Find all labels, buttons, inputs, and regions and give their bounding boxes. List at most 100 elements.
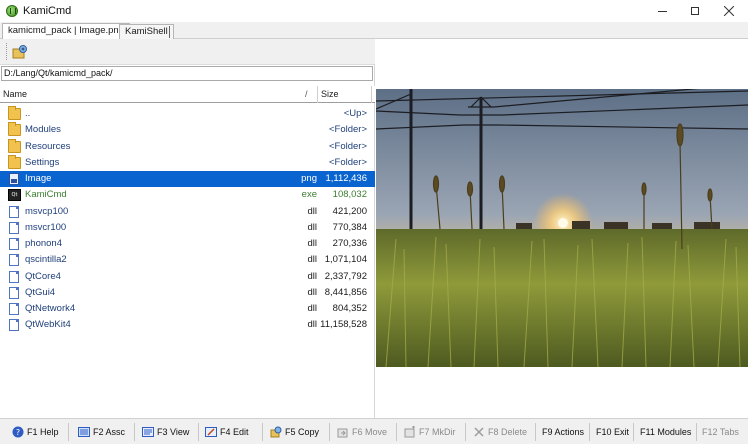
file-extension: dll bbox=[307, 238, 317, 249]
toolbar-action-button[interactable] bbox=[12, 44, 28, 60]
file-extension: png bbox=[301, 173, 317, 184]
move-icon bbox=[337, 426, 349, 438]
f12-tabs-button[interactable]: F12 Tabs bbox=[700, 422, 741, 442]
file-size: 11,158,528 bbox=[320, 319, 367, 331]
exe-icon: Qt bbox=[8, 189, 21, 202]
file-row[interactable]: phonon4 dll 270,336 bbox=[0, 236, 375, 252]
file-panel: D:/Lang/Qt/kamicmd_pack/ Name / Size .. <… bbox=[0, 39, 375, 418]
file-icon bbox=[9, 319, 19, 332]
file-icon bbox=[9, 254, 19, 267]
folder-up-icon bbox=[8, 106, 21, 120]
file-name: QtNetwork4 bbox=[25, 303, 76, 314]
function-key-label: F1 Help bbox=[27, 427, 59, 437]
f10-exit-button[interactable]: F10 Exit bbox=[594, 422, 631, 442]
function-key-label: F12 Tabs bbox=[702, 427, 739, 437]
column-divider[interactable] bbox=[317, 86, 318, 103]
function-key-separator bbox=[465, 423, 466, 441]
function-key-separator bbox=[696, 423, 697, 441]
file-icon bbox=[9, 303, 19, 315]
image-preview[interactable] bbox=[376, 89, 748, 367]
file-size: 108,032 bbox=[332, 189, 367, 201]
toolbar-grip[interactable] bbox=[6, 43, 8, 60]
file-icon bbox=[9, 205, 19, 218]
file-extension: dll bbox=[307, 205, 317, 217]
file-row[interactable]: msvcp100 dll 421,200 bbox=[0, 204, 375, 220]
column-size-header[interactable]: Size bbox=[321, 89, 339, 99]
maximize-icon bbox=[691, 7, 699, 15]
file-name: msvcp100 bbox=[25, 205, 69, 217]
f6-move-button[interactable]: F6 Move bbox=[335, 422, 389, 442]
file-size: 421,200 bbox=[332, 205, 367, 217]
function-key-separator bbox=[396, 423, 397, 441]
file-size: 804,352 bbox=[332, 303, 367, 314]
f8-delete-button[interactable]: F8 Delete bbox=[471, 422, 529, 442]
file-row[interactable]: QtGui4 dll 8,441,856 bbox=[0, 285, 375, 301]
file-name: QtCore4 bbox=[25, 270, 61, 282]
file-extension: dll bbox=[307, 286, 317, 298]
mkdir-icon bbox=[404, 426, 416, 438]
edit-icon bbox=[205, 426, 217, 438]
tab-bar: kamicmd_pack | Image.png KamiShell bbox=[0, 22, 748, 40]
file-icon bbox=[9, 286, 19, 299]
file-size: 1,071,104 bbox=[324, 254, 367, 266]
column-name-header[interactable]: Name bbox=[3, 89, 27, 99]
column-header: Name / Size bbox=[0, 86, 375, 103]
f1-help-button[interactable]: ? F1 Help bbox=[10, 422, 61, 442]
function-key-label: F3 View bbox=[157, 427, 190, 437]
folder-action-icon bbox=[12, 45, 27, 59]
function-key-separator bbox=[134, 423, 135, 441]
function-key-separator bbox=[633, 423, 634, 441]
function-key-label: F7 MkDir bbox=[419, 427, 456, 437]
view-icon bbox=[142, 426, 154, 438]
close-button[interactable] bbox=[712, 0, 746, 22]
help-icon: ? bbox=[12, 426, 24, 438]
file-row[interactable]: Image png 1,112,436 bbox=[0, 171, 375, 188]
f11-modules-button[interactable]: F11 Modules bbox=[638, 422, 693, 442]
tab-kamicmd-pack[interactable]: kamicmd_pack | Image.png bbox=[2, 23, 130, 40]
file-icon bbox=[9, 221, 19, 234]
image-file-icon bbox=[9, 173, 19, 185]
function-key-separator bbox=[262, 423, 263, 441]
file-size: 1,112,436 bbox=[325, 173, 367, 184]
tab-kamishell[interactable]: KamiShell bbox=[119, 24, 174, 39]
file-row[interactable]: Resources <Folder> bbox=[0, 138, 375, 155]
path-field[interactable]: D:/Lang/Qt/kamicmd_pack/ bbox=[1, 66, 373, 81]
maximize-button[interactable] bbox=[678, 0, 712, 22]
f9-actions-button[interactable]: F9 Actions bbox=[540, 422, 586, 442]
panel-toolbar bbox=[0, 39, 375, 65]
folder-icon bbox=[8, 122, 21, 137]
file-name: msvcr100 bbox=[25, 221, 67, 233]
delete-icon bbox=[473, 426, 485, 438]
file-row[interactable]: QtCore4 dll 2,337,792 bbox=[0, 269, 375, 285]
file-row[interactable]: Modules <Folder> bbox=[0, 122, 375, 138]
folder-icon bbox=[8, 154, 21, 169]
file-row[interactable]: Settings <Folder> bbox=[0, 154, 375, 171]
function-key-label: F10 Exit bbox=[596, 427, 630, 437]
f5-copy-button[interactable]: F5 Copy bbox=[268, 422, 321, 442]
file-row[interactable]: qscintilla2 dll 1,071,104 bbox=[0, 252, 375, 268]
f3-view-button[interactable]: F3 View bbox=[140, 422, 191, 442]
file-name: .. bbox=[25, 108, 31, 119]
function-key-separator bbox=[198, 423, 199, 441]
file-size: 270,336 bbox=[332, 238, 367, 249]
file-row[interactable]: .. <Up> bbox=[0, 106, 375, 122]
copy-icon bbox=[270, 426, 282, 438]
file-size: 8,441,856 bbox=[324, 286, 367, 298]
preview-panel bbox=[376, 39, 748, 418]
file-row[interactable]: QtNetwork4 dll 804,352 bbox=[0, 301, 375, 317]
f7-mkdir-button[interactable]: F7 MkDir bbox=[402, 422, 458, 442]
file-row[interactable]: Qt KamiCmd exe 108,032 bbox=[0, 187, 375, 203]
function-key-label: F4 Edit bbox=[220, 427, 249, 437]
minimize-button[interactable] bbox=[645, 0, 679, 22]
file-name: Image bbox=[25, 173, 52, 184]
f2-assc-button[interactable]: F2 Assc bbox=[76, 422, 127, 442]
svg-text:?: ? bbox=[16, 428, 20, 437]
file-row[interactable]: msvcr100 dll 770,384 bbox=[0, 220, 375, 236]
function-key-label: F2 Assc bbox=[93, 427, 126, 437]
file-row[interactable]: QtWebKit4 dll 11,158,528 bbox=[0, 317, 375, 333]
function-key-separator bbox=[589, 423, 590, 441]
file-extension: dll bbox=[307, 254, 317, 266]
close-icon bbox=[724, 6, 734, 16]
f4-edit-button[interactable]: F4 Edit bbox=[203, 422, 251, 442]
column-divider-end bbox=[371, 86, 372, 103]
